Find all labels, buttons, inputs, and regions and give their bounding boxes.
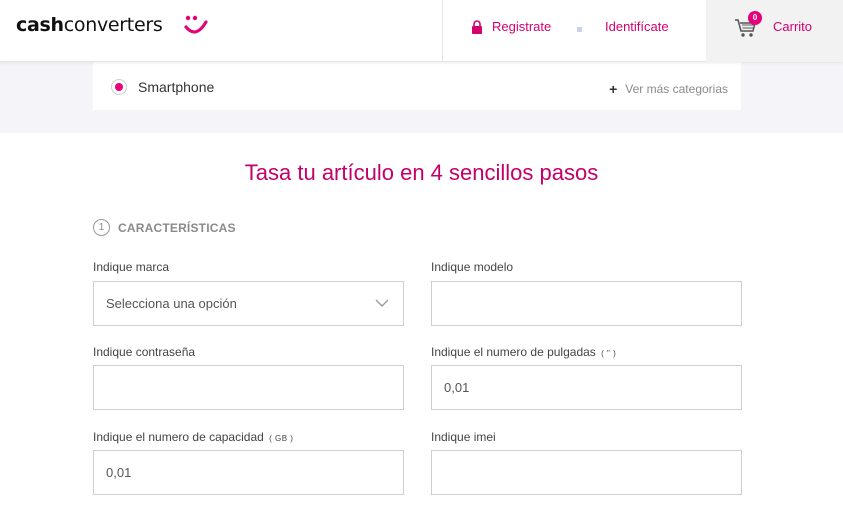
category-label: Smartphone — [138, 79, 215, 95]
lock-icon — [472, 19, 482, 34]
logo[interactable]: cash converters — [16, 14, 208, 42]
register-link[interactable]: Registrate — [471, 19, 551, 34]
marca-select[interactable]: Selecciona una opción — [93, 281, 404, 326]
capacidad-input[interactable] — [93, 450, 404, 495]
pulgadas-input[interactable] — [431, 365, 742, 410]
modelo-label: Indique modelo — [431, 260, 514, 274]
cart-count-badge: 0 — [748, 11, 762, 25]
step-heading: 1 CARACTERÍSTICAS — [93, 219, 236, 236]
more-categories-link[interactable]: + Ver más categorias — [609, 81, 728, 97]
imei-label: Indique imei — [431, 430, 496, 444]
pulgadas-unit: ( " ) — [601, 349, 617, 358]
capacidad-label: Indique el numero de capacidad ( GB ) — [93, 430, 293, 444]
capacidad-unit: ( GB ) — [269, 434, 294, 443]
category-selector: Smartphone + Ver más categorias — [93, 62, 741, 110]
contrasena-label: Indique contraseña — [93, 345, 196, 359]
register-label: Registrate — [492, 19, 552, 34]
marca-select-value: Selecciona una opción — [106, 296, 237, 311]
more-categories-label: Ver más categorias — [625, 82, 728, 96]
login-link[interactable]: Identifícate — [605, 19, 669, 34]
logo-text-cash: cash — [16, 14, 64, 36]
nav-separator — [577, 27, 582, 32]
category-radio-smartphone[interactable] — [111, 79, 127, 95]
logo-smile-icon — [184, 15, 208, 34]
plus-icon: + — [609, 81, 618, 97]
cart-button[interactable]: 0 Carrito — [706, 0, 843, 62]
site-header: cash converters Registrate Identifícate 0 — [0, 0, 843, 62]
modelo-input[interactable] — [431, 281, 742, 326]
imei-input[interactable] — [431, 450, 742, 495]
category-band: Smartphone + Ver más categorias — [0, 62, 843, 133]
logo-text-converters: converters — [63, 14, 163, 36]
pulgadas-label: Indique el numero de pulgadas ( " ) — [431, 345, 616, 359]
chevron-down-icon — [375, 299, 389, 307]
contrasena-input[interactable] — [93, 365, 404, 410]
step-label: CARACTERÍSTICAS — [118, 220, 236, 235]
marca-label: Indique marca — [93, 260, 170, 274]
pulgadas-label-text: Indique el numero de pulgadas — [431, 345, 596, 359]
cart-label: Carrito — [773, 19, 813, 34]
step-number-badge: 1 — [93, 219, 110, 236]
capacidad-label-text: Indique el numero de capacidad — [93, 430, 264, 444]
login-label: Identifícate — [605, 19, 669, 34]
page-title: Tasa tu artículo en 4 sencillos pasos — [244, 160, 599, 185]
header-nav: Registrate Identifícate — [442, 0, 706, 62]
